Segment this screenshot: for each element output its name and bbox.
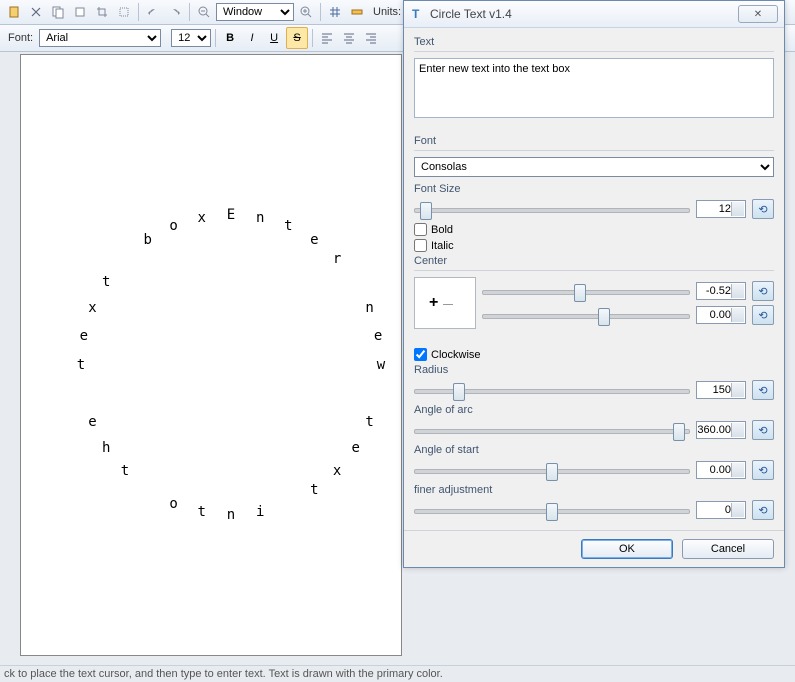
ruler-icon[interactable] (347, 2, 367, 22)
finer-reset-icon[interactable]: ⟲ (752, 500, 774, 520)
underline-icon[interactable]: U (264, 28, 284, 48)
strike-icon[interactable]: S (286, 27, 308, 49)
align-left-icon[interactable] (317, 28, 337, 48)
copy2-icon[interactable] (70, 2, 90, 22)
ok-button[interactable]: OK (581, 539, 673, 559)
fontsize-reset-icon[interactable]: ⟲ (752, 199, 774, 219)
canvas[interactable]: Enter new text into the text box (20, 54, 402, 656)
paste-icon[interactable] (4, 2, 24, 22)
align-center-icon[interactable] (339, 28, 359, 48)
copy-icon[interactable] (48, 2, 68, 22)
center-label: Center (414, 255, 774, 267)
font-select[interactable]: Consolas (414, 157, 774, 177)
cancel-button[interactable]: Cancel (682, 539, 774, 559)
radius-slider[interactable] (414, 381, 690, 399)
dialog-title: Circle Text v1.4 (430, 7, 738, 21)
bold-icon[interactable]: B (220, 28, 240, 48)
units-label: Units: (373, 6, 401, 18)
dialog-titlebar[interactable]: T Circle Text v1.4 ✕ (404, 1, 784, 28)
app-icon: T (410, 6, 426, 22)
bold-checkbox[interactable]: Bold (414, 223, 774, 236)
angle-arc-reset-icon[interactable]: ⟲ (752, 420, 774, 440)
undo-icon[interactable] (143, 2, 163, 22)
angle-arc-label: Angle of arc (414, 404, 774, 416)
circle-text-dialog: T Circle Text v1.4 ✕ Text Enter new text… (403, 0, 785, 568)
zoom-out-icon[interactable] (194, 2, 214, 22)
fontsize-slider[interactable] (414, 200, 690, 218)
radius-label: Radius (414, 364, 774, 376)
crop-icon[interactable] (92, 2, 112, 22)
font-family-select[interactable]: Arial (39, 29, 161, 47)
status-bar: ck to place the text cursor, and then ty… (0, 665, 795, 682)
finer-spin[interactable]: 0 (696, 501, 746, 519)
angle-arc-slider[interactable] (414, 421, 690, 439)
svg-text:T: T (412, 7, 420, 21)
font-size-select[interactable]: 12 (171, 29, 211, 47)
italic-checkbox[interactable]: Italic (414, 239, 774, 252)
angle-arc-spin[interactable]: 360.00 (696, 421, 746, 439)
cut-icon[interactable] (26, 2, 46, 22)
center-picker[interactable] (414, 277, 476, 329)
angle-start-label: Angle of start (414, 444, 774, 456)
angle-start-slider[interactable] (414, 461, 690, 479)
font-label: Font: (8, 32, 33, 44)
radius-reset-icon[interactable]: ⟲ (752, 380, 774, 400)
zoom-select[interactable]: Window (216, 3, 294, 21)
angle-start-reset-icon[interactable]: ⟲ (752, 460, 774, 480)
align-right-icon[interactable] (361, 28, 381, 48)
redo-icon[interactable] (165, 2, 185, 22)
close-button[interactable]: ✕ (738, 5, 778, 23)
text-section-label: Text (414, 36, 774, 48)
clockwise-checkbox[interactable]: Clockwise (414, 348, 774, 361)
center-x-spin[interactable]: -0.52 (696, 282, 746, 300)
deselect-icon[interactable] (114, 2, 134, 22)
center-y-reset-icon[interactable]: ⟲ (752, 305, 774, 325)
fontsize-spin[interactable]: 12 (696, 200, 746, 218)
grid-icon[interactable] (325, 2, 345, 22)
center-x-reset-icon[interactable]: ⟲ (752, 281, 774, 301)
center-x-slider[interactable] (482, 282, 690, 300)
radius-spin[interactable]: 150 (696, 381, 746, 399)
fontsize-label: Font Size (414, 183, 774, 195)
center-y-slider[interactable] (482, 306, 690, 324)
center-y-spin[interactable]: 0.00 (696, 306, 746, 324)
angle-start-spin[interactable]: 0.00 (696, 461, 746, 479)
finer-label: finer adjustment (414, 484, 774, 496)
finer-slider[interactable] (414, 501, 690, 519)
font-section-label: Font (414, 135, 774, 147)
text-input[interactable]: Enter new text into the text box (414, 58, 774, 118)
italic-icon[interactable]: I (242, 28, 262, 48)
zoom-in-icon[interactable] (296, 2, 316, 22)
